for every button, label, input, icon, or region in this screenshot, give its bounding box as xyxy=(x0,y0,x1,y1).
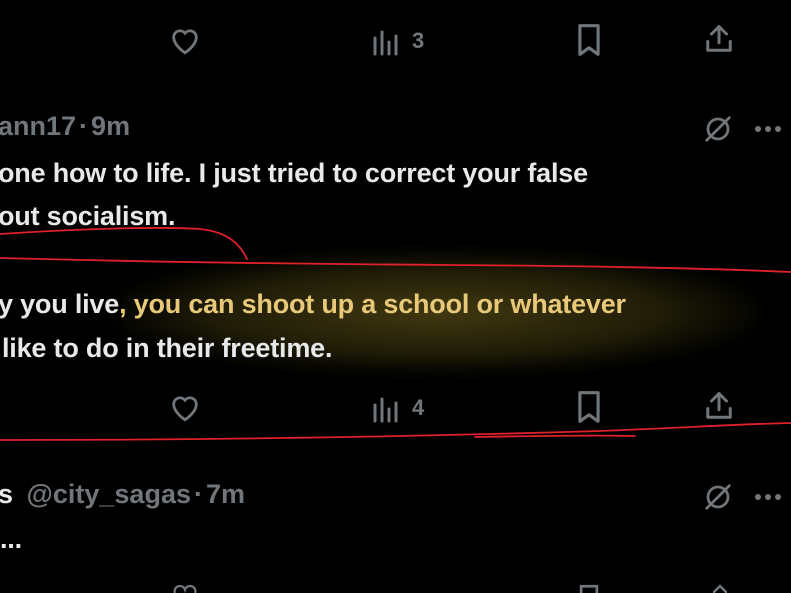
annotation-stroke xyxy=(0,422,791,441)
annotation-stroke xyxy=(0,257,791,273)
annotation-stroke xyxy=(474,434,636,438)
annotation-stroke xyxy=(0,227,248,260)
red-annotation-strokes xyxy=(0,227,791,441)
